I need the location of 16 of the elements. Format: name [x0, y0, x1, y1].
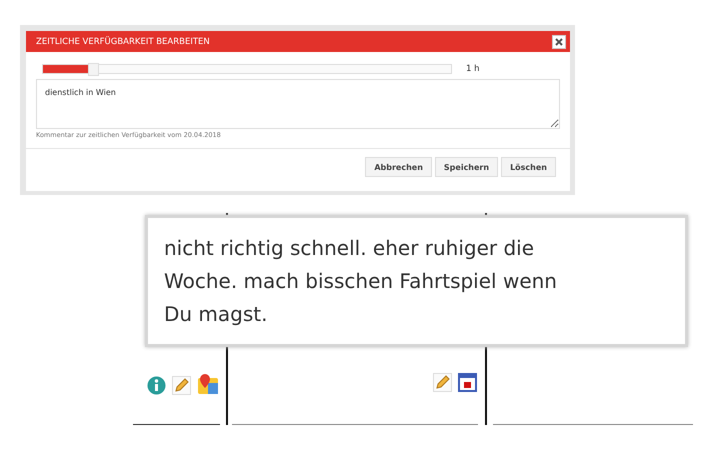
tooltip-text: nicht richtig schnell. eher ruhiger die Woche. mach bisschen Fahrtspiel wenn Du magst. — [164, 235, 558, 328]
dialog-title: ZEITLICHE VERFÜGBARKEIT BEARBEITEN — [36, 36, 210, 46]
info-icon[interactable] — [147, 376, 166, 395]
map-icon[interactable] — [197, 373, 219, 395]
edit-icon[interactable] — [172, 376, 191, 395]
close-button[interactable] — [552, 34, 566, 48]
dialog-button[interactable]: Löschen — [501, 157, 556, 177]
close-icon[interactable] — [555, 38, 563, 46]
slider-handle[interactable] — [88, 63, 99, 76]
edit-icon[interactable] — [433, 373, 452, 392]
dialog-button[interactable]: Speichern — [434, 157, 498, 177]
dialog-button[interactable]: Abbrechen — [365, 157, 432, 177]
comment-field[interactable]: dienstlich in Wien — [36, 79, 560, 129]
slider[interactable] — [42, 64, 452, 74]
calendar-icon[interactable] — [458, 373, 477, 392]
slider-value: 1 h — [466, 64, 480, 74]
